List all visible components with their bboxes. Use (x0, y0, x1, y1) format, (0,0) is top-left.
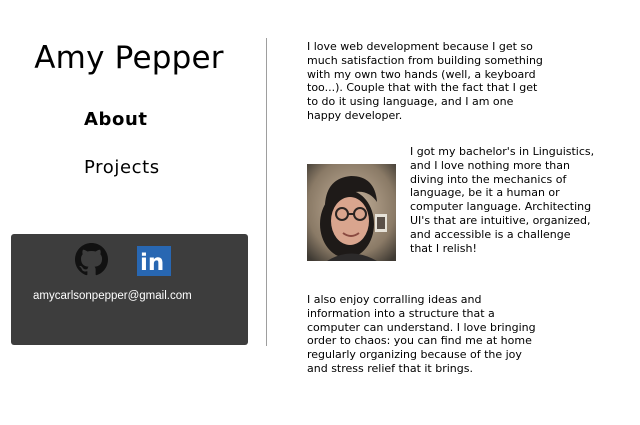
sidebar: Amy Pepper About Projects in amycarlsonp… (0, 0, 260, 425)
profile-photo (307, 164, 396, 261)
nav-projects-link[interactable]: Projects (84, 157, 160, 178)
vertical-divider (266, 38, 267, 346)
github-icon (75, 243, 108, 276)
about-paragraph-organizing: I also enjoy corralling ideas and inform… (307, 293, 536, 375)
site-name: Amy Pepper (34, 40, 224, 76)
about-content: I love web development because I get so … (307, 0, 597, 425)
page: Amy Pepper About Projects in amycarlsonp… (0, 0, 640, 425)
nav-about-link[interactable]: About (84, 109, 148, 130)
github-link[interactable] (75, 243, 108, 276)
email-link[interactable]: amycarlsonpepper@gmail.com (33, 290, 192, 302)
about-paragraph-linguistics: I got my bachelor's in Linguistics, and … (410, 145, 595, 255)
linkedin-icon: in (137, 246, 171, 276)
linkedin-link[interactable]: in (137, 246, 171, 276)
about-paragraph-intro: I love web development because I get so … (307, 40, 543, 122)
contact-card: in amycarlsonpepper@gmail.com (11, 234, 248, 345)
linkedin-letters: in (140, 250, 164, 276)
